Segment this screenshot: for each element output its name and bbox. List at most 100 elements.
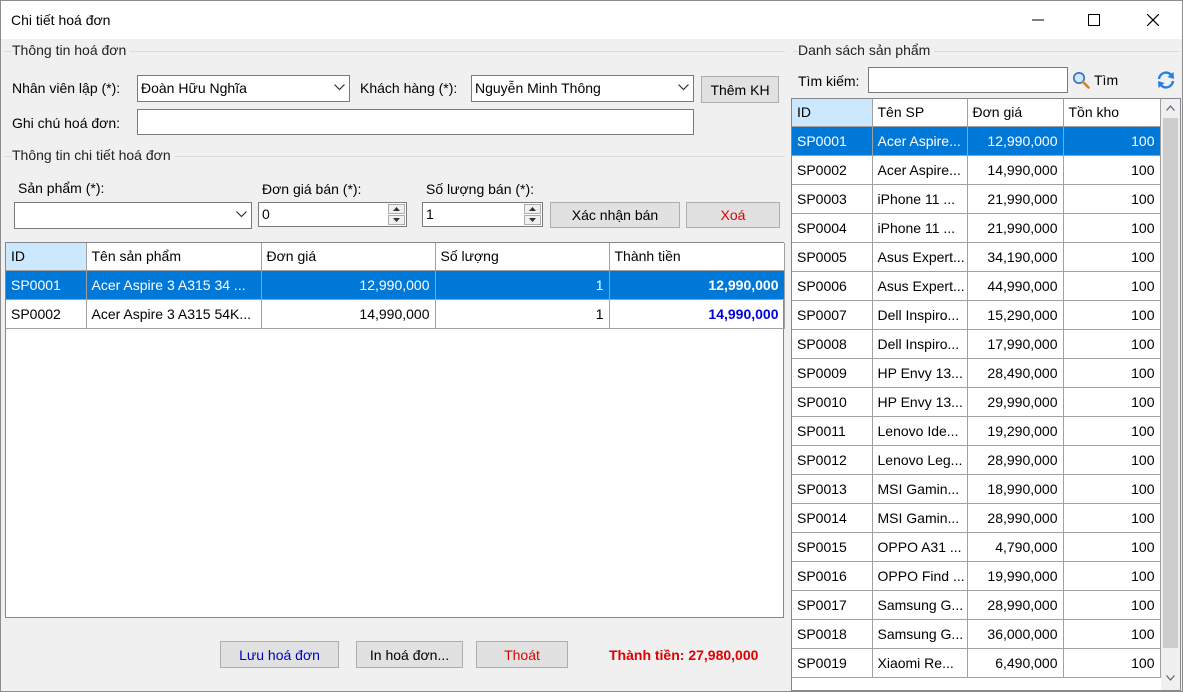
product-combo[interactable] (14, 202, 252, 229)
refresh-button[interactable] (1155, 69, 1177, 91)
cell-price[interactable]: 28,990,000 (967, 503, 1064, 533)
column-header-id[interactable]: ID (792, 99, 873, 127)
table-row[interactable]: SP0019 Xiaomi Re... 6,490,000 100 (792, 648, 1161, 678)
cell-price[interactable]: 21,990,000 (967, 213, 1064, 243)
cell-total[interactable]: 12,990,000 (609, 270, 785, 300)
cell-price[interactable]: 18,990,000 (967, 474, 1064, 504)
column-header-name[interactable]: Tên sản phẩm (86, 243, 262, 271)
table-row[interactable]: SP0016 OPPO Find ... 19,990,000 100 (792, 561, 1161, 591)
print-invoice-button[interactable]: In hoá đơn... (356, 641, 463, 668)
cell-name[interactable]: iPhone 11 ... (872, 213, 968, 243)
cell-price[interactable]: 14,990,000 (967, 155, 1064, 185)
cell-id[interactable]: SP0019 (792, 648, 873, 678)
cell-id[interactable]: SP0005 (792, 242, 873, 272)
cell-id[interactable]: SP0016 (792, 561, 873, 591)
table-row[interactable]: SP0004 iPhone 11 ... 21,990,000 100 (792, 213, 1161, 243)
cell-name[interactable]: Acer Aspire... (872, 126, 968, 156)
confirm-sale-button[interactable]: Xác nhận bán (550, 202, 680, 228)
cell-qty[interactable]: 1 (435, 270, 610, 300)
cell-id[interactable]: SP0004 (792, 213, 873, 243)
qty-down-button[interactable] (524, 215, 541, 225)
cell-name[interactable]: HP Envy 13... (872, 387, 968, 417)
exit-button[interactable]: Thoát (476, 641, 568, 668)
cell-stock[interactable]: 100 (1063, 184, 1161, 214)
cell-id[interactable]: SP0013 (792, 474, 873, 504)
cell-price[interactable]: 29,990,000 (967, 387, 1064, 417)
column-header-id[interactable]: ID (6, 243, 87, 271)
cell-total[interactable]: 14,990,000 (609, 299, 785, 329)
search-input[interactable] (868, 67, 1068, 93)
cell-id[interactable]: SP0003 (792, 184, 873, 214)
cell-price[interactable]: 36,000,000 (967, 619, 1064, 649)
cell-stock[interactable]: 100 (1063, 126, 1161, 156)
table-row[interactable]: SP0008 Dell Inspiro... 17,990,000 100 (792, 329, 1161, 359)
cell-name[interactable]: Acer Aspire 3 A315 34 ... (86, 270, 262, 300)
cell-price[interactable]: 15,290,000 (967, 300, 1064, 330)
cell-name[interactable]: iPhone 11 ... (872, 184, 968, 214)
price-up-button[interactable] (388, 204, 405, 214)
table-row[interactable]: SP0017 Samsung G... 28,990,000 100 (792, 590, 1161, 620)
cell-name[interactable]: MSI Gamin... (872, 474, 968, 504)
cell-id[interactable]: SP0010 (792, 387, 873, 417)
table-row[interactable]: SP0003 iPhone 11 ... 21,990,000 100 (792, 184, 1161, 214)
cell-id[interactable]: SP0001 (792, 126, 873, 156)
cell-price[interactable]: 19,990,000 (967, 561, 1064, 591)
cell-stock[interactable]: 100 (1063, 503, 1161, 533)
cell-price[interactable]: 34,190,000 (967, 242, 1064, 272)
table-row[interactable]: SP0001 Acer Aspire 3 A315 34 ... 12,990,… (6, 270, 785, 300)
minimize-button[interactable] (1015, 1, 1061, 39)
cell-id[interactable]: SP0018 (792, 619, 873, 649)
table-row[interactable]: SP0006 Asus Expert... 44,990,000 100 (792, 271, 1161, 301)
price-spinner[interactable]: 0 (258, 202, 407, 227)
cell-name[interactable]: Asus Expert... (872, 242, 968, 272)
cell-id[interactable]: SP0015 (792, 532, 873, 562)
table-row[interactable]: SP0001 Acer Aspire... 12,990,000 100 (792, 126, 1161, 156)
cell-stock[interactable]: 100 (1063, 416, 1161, 446)
cell-name[interactable]: Acer Aspire... (872, 155, 968, 185)
table-row[interactable]: SP0011 Lenovo Ide... 19,290,000 100 (792, 416, 1161, 446)
cell-price[interactable]: 19,290,000 (967, 416, 1064, 446)
table-row[interactable]: SP0012 Lenovo Leg... 28,990,000 100 (792, 445, 1161, 475)
close-button[interactable] (1130, 1, 1176, 39)
cell-price[interactable]: 12,990,000 (967, 126, 1064, 156)
product-list-grid[interactable]: ID Tên SP Đơn giá Tồn kho SP0001 Acer Asp… (791, 98, 1181, 691)
cell-id[interactable]: SP0007 (792, 300, 873, 330)
cell-stock[interactable]: 100 (1063, 532, 1161, 562)
table-row[interactable]: SP0007 Dell Inspiro... 15,290,000 100 (792, 300, 1161, 330)
note-input[interactable] (137, 109, 694, 135)
cell-name[interactable]: Lenovo Ide... (872, 416, 968, 446)
price-down-button[interactable] (388, 215, 405, 225)
maximize-button[interactable] (1071, 1, 1117, 39)
cell-name[interactable]: Lenovo Leg... (872, 445, 968, 475)
table-row[interactable]: SP0002 Acer Aspire 3 A315 54K... 14,990,… (6, 299, 785, 329)
cell-stock[interactable]: 100 (1063, 329, 1161, 359)
customer-combo[interactable]: Nguyễn Minh Thông (471, 75, 694, 102)
cell-id[interactable]: SP0002 (6, 299, 87, 329)
cell-stock[interactable]: 100 (1063, 387, 1161, 417)
table-row[interactable]: SP0014 MSI Gamin... 28,990,000 100 (792, 503, 1161, 533)
table-row[interactable]: SP0009 HP Envy 13... 28,490,000 100 (792, 358, 1161, 388)
cell-stock[interactable]: 100 (1063, 619, 1161, 649)
invoice-detail-grid[interactable]: ID Tên sản phẩm Đơn giá Số lượng Thành t… (5, 242, 785, 618)
qty-spinner[interactable]: 1 (422, 202, 543, 227)
cell-stock[interactable]: 100 (1063, 445, 1161, 475)
cell-stock[interactable]: 100 (1063, 213, 1161, 243)
column-header-price[interactable]: Đơn giá (967, 99, 1064, 127)
cell-name[interactable]: MSI Gamin... (872, 503, 968, 533)
cell-name[interactable]: Dell Inspiro... (872, 300, 968, 330)
table-row[interactable]: SP0013 MSI Gamin... 18,990,000 100 (792, 474, 1161, 504)
cell-id[interactable]: SP0014 (792, 503, 873, 533)
cell-price[interactable]: 4,790,000 (967, 532, 1064, 562)
cell-stock[interactable]: 100 (1063, 474, 1161, 504)
cell-price[interactable]: 17,990,000 (967, 329, 1064, 359)
cell-stock[interactable]: 100 (1063, 271, 1161, 301)
qty-up-button[interactable] (524, 204, 541, 214)
table-row[interactable]: SP0005 Asus Expert... 34,190,000 100 (792, 242, 1161, 272)
cell-id[interactable]: SP0001 (6, 270, 87, 300)
cell-name[interactable]: Dell Inspiro... (872, 329, 968, 359)
cell-name[interactable]: Samsung G... (872, 619, 968, 649)
table-row[interactable]: SP0018 Samsung G... 36,000,000 100 (792, 619, 1161, 649)
cell-name[interactable]: Xiaomi Re... (872, 648, 968, 678)
scroll-up-button[interactable] (1161, 99, 1180, 117)
scroll-thumb[interactable] (1163, 118, 1178, 648)
